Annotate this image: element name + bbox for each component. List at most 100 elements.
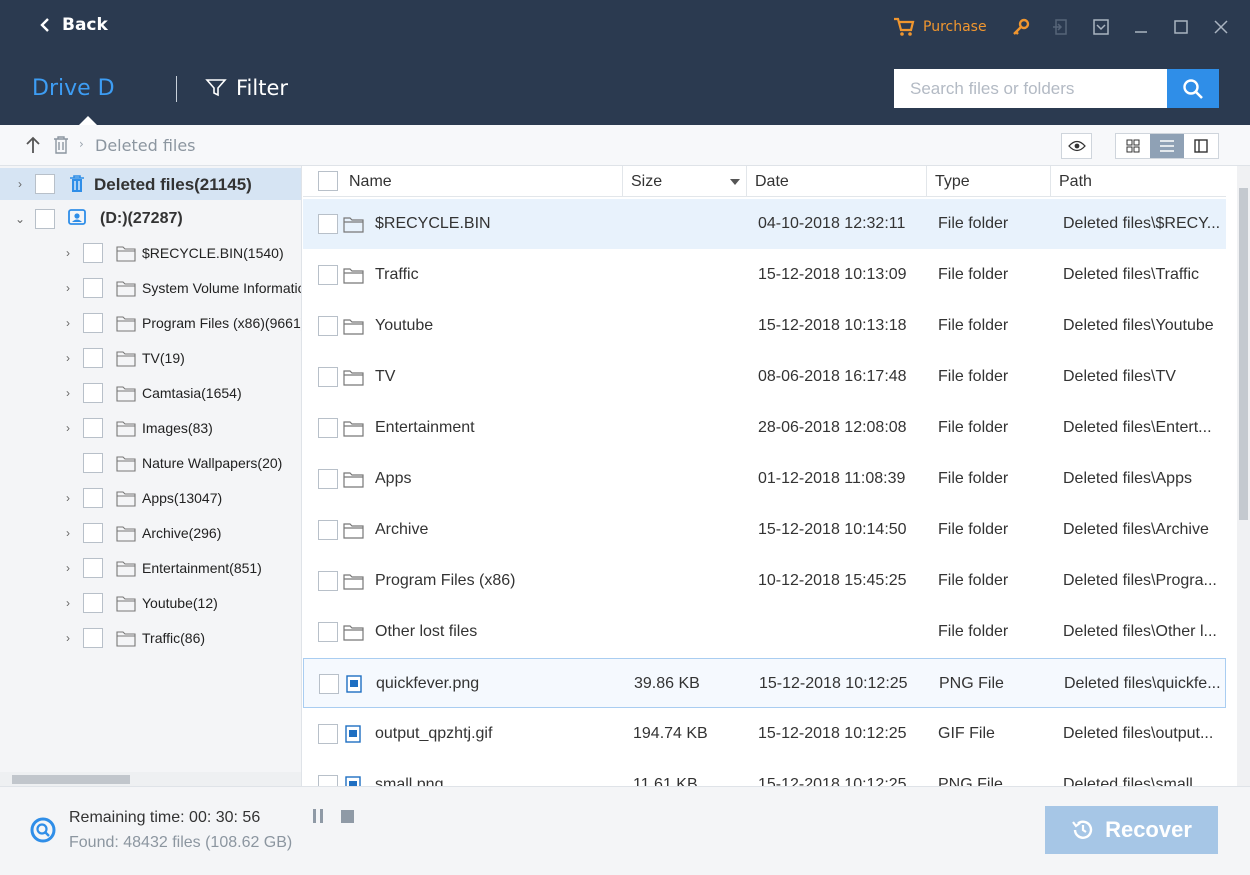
vertical-scrollbar[interactable] <box>1237 166 1250 786</box>
tree-item-label: Nature Wallpapers(20) <box>142 455 283 471</box>
file-path: Deleted files\Traffic <box>1063 266 1200 283</box>
up-arrow-icon[interactable] <box>24 135 42 159</box>
tree-item[interactable]: › Youtube(12) <box>0 587 301 619</box>
row-checkbox[interactable] <box>318 724 338 744</box>
key-icon[interactable] <box>1010 16 1032 38</box>
table-row[interactable]: Entertainment 28-06-2018 12:08:08 File fol… <box>303 403 1226 453</box>
detail-view-button[interactable] <box>1184 134 1218 158</box>
tree-item[interactable]: › Images(83) <box>0 412 301 444</box>
row-checkbox[interactable] <box>318 316 338 336</box>
scrollbar-thumb[interactable] <box>1239 188 1248 520</box>
tree-item[interactable]: Nature Wallpapers(20) <box>0 447 301 479</box>
tree-item[interactable]: › TV(19) <box>0 342 301 374</box>
table-row[interactable]: Apps 01-12-2018 11:08:39 File folder Delete… <box>303 454 1226 504</box>
row-checkbox[interactable] <box>318 622 338 642</box>
tree-item[interactable]: › $RECYCLE.BIN(1540) <box>0 237 301 269</box>
chevron-right-icon[interactable]: › <box>62 561 74 575</box>
tree-item-deleted-files[interactable]: › Deleted files(21145) <box>0 168 301 200</box>
checkbox[interactable] <box>83 453 103 473</box>
menu-dropdown-icon[interactable] <box>1090 16 1112 38</box>
column-header-date[interactable]: Date <box>747 166 927 197</box>
table-row[interactable]: Other lost files File folder Deleted files… <box>303 607 1226 657</box>
table-row[interactable]: quickfever.png 39.86 KB 15-12-2018 10:12:2… <box>303 658 1226 708</box>
tree-item[interactable]: › Archive(296) <box>0 517 301 549</box>
column-header-type[interactable]: Type <box>927 166 1051 197</box>
stop-icon[interactable] <box>341 810 354 823</box>
table-row[interactable]: $RECYCLE.BIN 04-10-2018 12:32:11 File fold… <box>303 199 1226 249</box>
checkbox[interactable] <box>83 383 103 403</box>
chevron-right-icon[interactable]: › <box>62 421 74 435</box>
select-all-checkbox[interactable] <box>318 171 338 191</box>
preview-toggle-button[interactable] <box>1061 133 1092 159</box>
column-header-path[interactable]: Path <box>1051 166 1226 197</box>
row-checkbox[interactable] <box>318 214 338 234</box>
checkbox[interactable] <box>83 313 103 333</box>
search-input[interactable] <box>894 69 1168 108</box>
table-row[interactable]: Traffic 15-12-2018 10:13:09 File folder Del… <box>303 250 1226 300</box>
chevron-right-icon[interactable]: › <box>62 631 74 645</box>
grid-view-button[interactable] <box>1116 134 1150 158</box>
checkbox[interactable] <box>83 593 103 613</box>
back-button[interactable]: Back <box>40 15 108 35</box>
checkbox[interactable] <box>83 558 103 578</box>
chevron-right-icon[interactable]: › <box>62 386 74 400</box>
chevron-right-icon[interactable]: › <box>62 596 74 610</box>
checkbox[interactable] <box>83 348 103 368</box>
chevron-right-icon[interactable]: › <box>62 281 74 295</box>
drive-title[interactable]: Drive D <box>32 76 115 101</box>
table-row[interactable]: output_qpzhtj.gif 194.74 KB 15-12-2018 10:… <box>303 709 1226 759</box>
checkbox[interactable] <box>83 278 103 298</box>
chevron-right-icon[interactable]: › <box>14 177 26 191</box>
list-view-button[interactable] <box>1150 134 1184 158</box>
close-icon[interactable] <box>1210 16 1232 38</box>
chevron-right-icon[interactable]: › <box>62 526 74 540</box>
row-checkbox[interactable] <box>318 775 338 786</box>
tree-item[interactable]: › System Volume Information <box>0 272 301 304</box>
row-checkbox[interactable] <box>318 418 338 438</box>
table-row[interactable]: Archive 15-12-2018 10:14:50 File folder Del… <box>303 505 1226 555</box>
checkbox[interactable] <box>35 174 55 194</box>
filter-button[interactable]: Filter <box>205 76 288 100</box>
folder-icon <box>116 631 136 647</box>
table-row[interactable]: TV 08-06-2018 16:17:48 File folder Deleted … <box>303 352 1226 402</box>
minimize-icon[interactable] <box>1130 16 1152 38</box>
recover-button[interactable]: Recover <box>1045 806 1218 854</box>
tree-item-drive-d[interactable]: ⌄ (D:)(27287) <box>0 203 301 235</box>
chevron-right-icon[interactable]: › <box>62 491 74 505</box>
scrollbar-thumb[interactable] <box>12 775 130 784</box>
chevron-right-icon[interactable]: › <box>62 351 74 365</box>
checkbox[interactable] <box>35 209 55 229</box>
chevron-right-icon[interactable]: › <box>62 316 74 330</box>
login-icon[interactable] <box>1050 16 1072 38</box>
row-checkbox[interactable] <box>318 571 338 591</box>
chevron-right-icon[interactable]: › <box>62 246 74 260</box>
tree-item[interactable]: › Program Files (x86)(9661) <box>0 307 301 339</box>
maximize-icon[interactable] <box>1170 16 1192 38</box>
tree-item[interactable]: › Entertainment(851) <box>0 552 301 584</box>
search-button[interactable] <box>1167 69 1219 108</box>
row-checkbox[interactable] <box>318 520 338 540</box>
row-checkbox[interactable] <box>318 469 338 489</box>
row-checkbox[interactable] <box>318 367 338 387</box>
checkbox[interactable] <box>83 418 103 438</box>
checkbox[interactable] <box>83 488 103 508</box>
horizontal-scrollbar[interactable] <box>0 772 301 786</box>
table-row[interactable]: small.png 11.61 KB 15-12-2018 10:12:25 PNG … <box>303 760 1226 786</box>
column-header-name[interactable]: Name <box>341 166 623 197</box>
row-checkbox[interactable] <box>318 265 338 285</box>
row-checkbox[interactable] <box>319 674 339 694</box>
checkbox[interactable] <box>83 628 103 648</box>
chevron-down-icon[interactable]: ⌄ <box>14 212 26 226</box>
tree-item[interactable]: › Camtasia(1654) <box>0 377 301 409</box>
tree-item[interactable]: › Traffic(86) <box>0 622 301 654</box>
table-row[interactable]: Program Files (x86) 10-12-2018 15:45:25 Fi… <box>303 556 1226 606</box>
breadcrumb-current[interactable]: Deleted files <box>95 136 196 155</box>
pause-icon[interactable] <box>312 809 324 823</box>
tree-item[interactable]: › Apps(13047) <box>0 482 301 514</box>
purchase-label: Purchase <box>923 19 987 35</box>
purchase-button[interactable]: Purchase <box>893 17 987 37</box>
checkbox[interactable] <box>83 523 103 543</box>
column-header-size[interactable]: Size <box>623 166 747 197</box>
table-row[interactable]: Youtube 15-12-2018 10:13:18 File folder Del… <box>303 301 1226 351</box>
checkbox[interactable] <box>83 243 103 263</box>
